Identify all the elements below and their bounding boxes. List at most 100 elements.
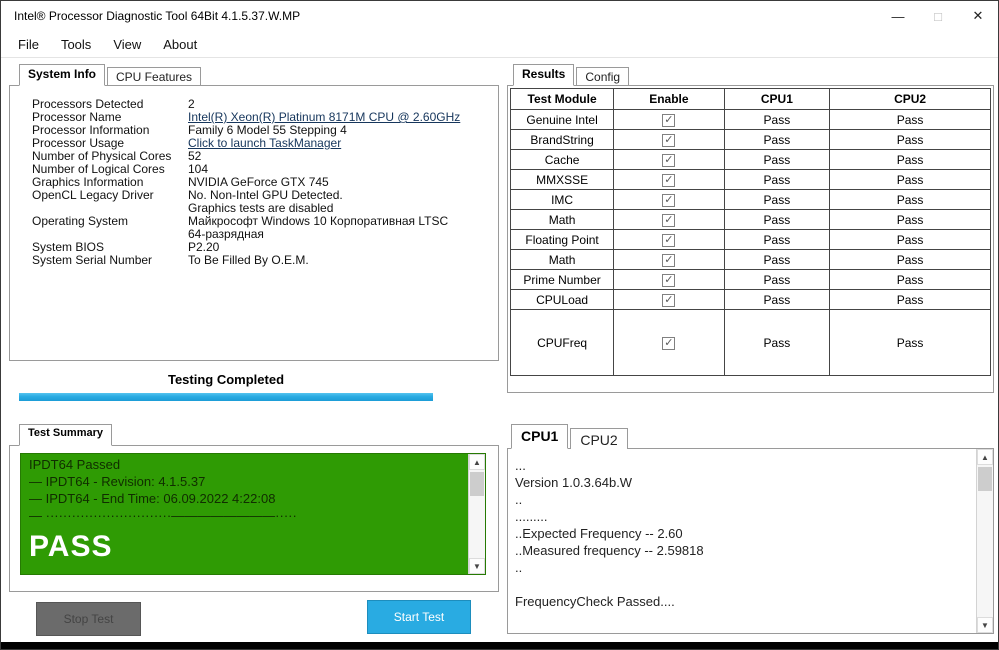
progress-bar xyxy=(19,393,433,401)
enable-cell: ✓ xyxy=(613,189,725,210)
menu-item-tools[interactable]: Tools xyxy=(50,33,102,56)
cpu2-result-cell: Pass xyxy=(829,169,991,190)
scroll-up-icon[interactable]: ▲ xyxy=(469,454,485,470)
cpu-log-body: ... Version 1.0.3.64b.W .. ......... ..E… xyxy=(507,448,994,634)
cpu2-result-cell: Pass xyxy=(829,249,991,270)
screen-bottom-strip xyxy=(1,642,998,649)
checkbox-checked-icon[interactable]: ✓ xyxy=(662,153,676,167)
results-table-body: Genuine Intel ✓ Pass Pass BrandString ✓ … xyxy=(509,109,991,376)
checkbox-checked-icon[interactable]: ✓ xyxy=(662,273,676,287)
info-label: OpenCL Legacy Driver xyxy=(32,188,154,202)
cpu2-result-cell: Pass xyxy=(829,289,991,310)
checkbox-checked-icon[interactable]: ✓ xyxy=(662,113,676,127)
maximize-button[interactable]: □ xyxy=(918,1,958,31)
cpu1-result-cell: Pass xyxy=(723,249,831,270)
log-line: FrequencyCheck Passed.... xyxy=(515,594,675,609)
launch-taskmanager-link[interactable]: Click to launch TaskManager xyxy=(188,137,498,150)
checkbox-checked-icon[interactable]: ✓ xyxy=(662,293,676,307)
scroll-down-icon[interactable]: ▼ xyxy=(469,558,485,574)
test-module-cell: Prime Number xyxy=(509,269,615,290)
scrollbar-thumb[interactable] xyxy=(978,467,992,491)
results-row: Floating Point ✓ Pass Pass xyxy=(509,229,991,250)
info-value: 52 xyxy=(188,149,202,163)
menu-item-file[interactable]: File xyxy=(7,33,50,56)
test-module-cell: BrandString xyxy=(509,129,615,150)
cpu1-result-cell: Pass xyxy=(723,189,831,210)
test-summary-result-box: IPDT64 Passed — IPDT64 - Revision: 4.1.5… xyxy=(20,453,486,575)
results-body: Test Module Enable CPU1 CPU2 Genuine Int… xyxy=(507,85,994,393)
test-module-cell: Genuine Intel xyxy=(509,109,615,130)
enable-cell: ✓ xyxy=(613,129,725,150)
info-value: 64-разрядная xyxy=(188,227,264,241)
results-panel: Results Config Test Module Enable CPU1 C… xyxy=(507,64,994,393)
menu-item-about[interactable]: About xyxy=(152,33,208,56)
results-row: Cache ✓ Pass Pass xyxy=(509,149,991,170)
results-row: IMC ✓ Pass Pass xyxy=(509,189,991,210)
checkbox-checked-icon[interactable]: ✓ xyxy=(662,253,676,267)
enable-cell: ✓ xyxy=(613,269,725,290)
tab-system-info[interactable]: System Info xyxy=(19,64,106,86)
checkbox-checked-icon[interactable]: ✓ xyxy=(662,213,676,227)
test-module-cell: Cache xyxy=(509,149,615,170)
results-header-row: Test Module Enable CPU1 CPU2 xyxy=(509,88,991,110)
log-line: ..Measured frequency -- 2.59818 xyxy=(515,543,704,558)
tab-cpu-features[interactable]: CPU Features xyxy=(107,67,202,85)
tab-config[interactable]: Config xyxy=(576,67,630,85)
test-module-cell: Math xyxy=(509,249,615,270)
cpu1-result-cell: Pass xyxy=(723,269,831,290)
minimize-button[interactable]: — xyxy=(878,1,918,31)
tab-cpu1[interactable]: CPU1 xyxy=(511,424,569,449)
cpu1-result-cell: Pass xyxy=(723,109,831,130)
cpu1-result-cell: Pass xyxy=(723,289,831,310)
cpu2-result-cell: Pass xyxy=(829,189,991,210)
window-controls: — □ ✕ xyxy=(878,1,998,31)
scrollbar-thumb[interactable] xyxy=(470,472,484,496)
enable-cell: ✓ xyxy=(613,169,725,190)
cpu2-result-cell: Pass xyxy=(829,309,991,376)
summary-line: IPDT64 Passed xyxy=(29,457,121,472)
cpu1-result-cell: Pass xyxy=(723,169,831,190)
results-table: Test Module Enable CPU1 CPU2 Genuine Int… xyxy=(509,88,991,376)
summary-line: — IPDT64 - Revision: 4.1.5.37 xyxy=(29,474,206,489)
tab-results[interactable]: Results xyxy=(513,64,575,86)
checkbox-checked-icon[interactable]: ✓ xyxy=(662,233,676,247)
checkbox-checked-icon[interactable]: ✓ xyxy=(662,173,676,187)
cpu2-result-cell: Pass xyxy=(829,209,991,230)
start-test-button[interactable]: Start Test xyxy=(367,600,471,634)
test-module-cell: CPUFreq xyxy=(509,309,615,376)
test-summary-tabs: Test Summary xyxy=(19,424,114,446)
results-row: BrandString ✓ Pass Pass xyxy=(509,129,991,150)
enable-cell: ✓ xyxy=(613,309,725,376)
tab-test-summary[interactable]: Test Summary xyxy=(19,424,112,446)
menu-bar: File Tools View About xyxy=(1,31,998,58)
system-info-tabs: System Info CPU Features xyxy=(19,64,203,86)
enable-cell: ✓ xyxy=(613,249,725,270)
scroll-down-icon[interactable]: ▼ xyxy=(977,617,993,633)
test-module-cell: Math xyxy=(509,209,615,230)
checkbox-checked-icon[interactable]: ✓ xyxy=(662,133,676,147)
results-row: Genuine Intel ✓ Pass Pass xyxy=(509,109,991,130)
cpu-log-panel: CPU1 CPU2 ... Version 1.0.3.64b.W .. ...… xyxy=(507,424,994,634)
summary-scrollbar[interactable]: ▲ ▼ xyxy=(468,454,485,574)
stop-test-button[interactable]: Stop Test xyxy=(36,602,141,636)
test-summary-panel: Test Summary IPDT64 Passed — IPDT64 - Re… xyxy=(9,424,499,592)
info-label: Operating System xyxy=(32,214,129,228)
scroll-up-icon[interactable]: ▲ xyxy=(977,449,993,465)
results-row: MMXSSE ✓ Pass Pass xyxy=(509,169,991,190)
summary-lines: IPDT64 Passed — IPDT64 - Revision: 4.1.5… xyxy=(21,454,485,524)
tab-cpu2[interactable]: CPU2 xyxy=(570,428,628,449)
cpu1-result-cell: Pass xyxy=(723,209,831,230)
header-enable: Enable xyxy=(613,88,725,110)
cpu2-result-cell: Pass xyxy=(829,269,991,290)
checkbox-checked-icon[interactable]: ✓ xyxy=(662,336,676,350)
cpu-log-scrollbar[interactable]: ▲ ▼ xyxy=(976,449,993,633)
header-test-module: Test Module xyxy=(509,88,615,110)
menu-item-view[interactable]: View xyxy=(102,33,152,56)
log-line: ... xyxy=(515,458,526,473)
app-window: Intel® Processor Diagnostic Tool 64Bit 4… xyxy=(0,0,999,650)
close-button[interactable]: ✕ xyxy=(958,1,998,31)
enable-cell: ✓ xyxy=(613,209,725,230)
summary-line: — ·····························————————·… xyxy=(29,508,297,523)
checkbox-checked-icon[interactable]: ✓ xyxy=(662,193,676,207)
